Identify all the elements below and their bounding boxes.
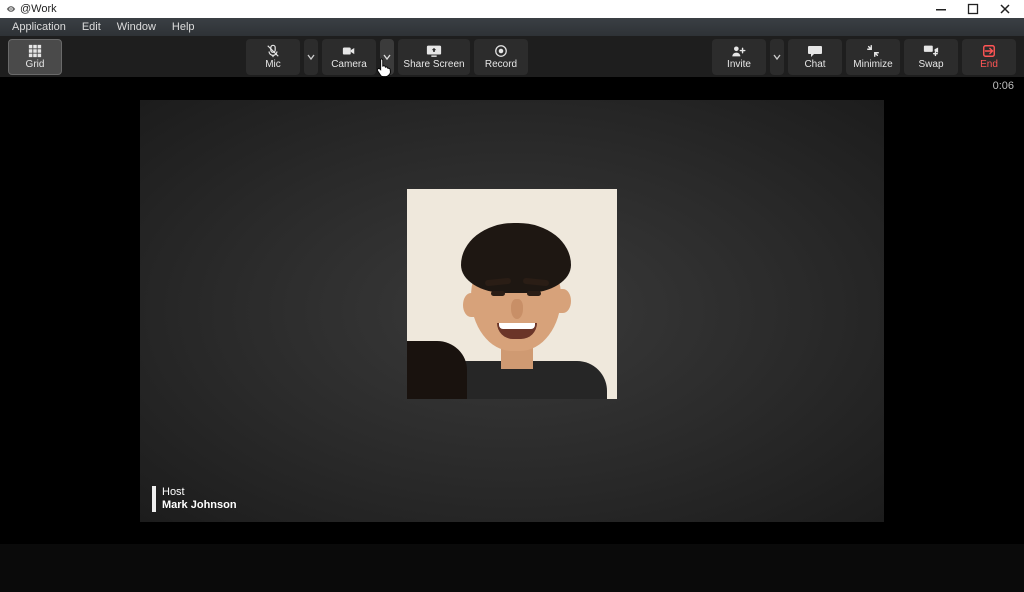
camera-label: Camera (331, 59, 367, 70)
grid-icon (27, 44, 43, 58)
share-screen-icon (426, 44, 442, 58)
end-label: End (980, 59, 998, 70)
invite-button[interactable]: Invite (712, 39, 766, 75)
participant-name: Mark Johnson (162, 499, 237, 512)
invite-icon (731, 44, 747, 58)
bottom-bar (0, 544, 1024, 592)
swap-icon (923, 44, 939, 58)
participant-name-tag: Host Mark Johnson (152, 486, 237, 512)
toolbar-left-group: Grid (8, 39, 62, 75)
end-button[interactable]: End (962, 39, 1016, 75)
end-icon (981, 44, 997, 58)
invite-options-caret[interactable] (770, 39, 784, 75)
window-controls (934, 2, 1018, 16)
share-screen-button[interactable]: Share Screen (398, 39, 470, 75)
camera-button[interactable]: Camera (322, 39, 376, 75)
swap-button[interactable]: Swap (904, 39, 958, 75)
record-label: Record (485, 59, 517, 70)
window-title: @Work (20, 3, 57, 15)
app-icon (6, 4, 16, 14)
menubar: Application Edit Window Help (0, 18, 1024, 36)
participant-role: Host (162, 486, 237, 499)
video-stage[interactable]: Host Mark Johnson (140, 100, 884, 522)
meeting-timer: 0:06 (993, 80, 1014, 92)
name-tag-bar (152, 486, 156, 512)
window-minimize-button[interactable] (934, 2, 948, 16)
camera-options-caret[interactable] (380, 39, 394, 75)
minimize-label: Minimize (853, 59, 892, 70)
grid-button[interactable]: Grid (8, 39, 62, 75)
minimize-button[interactable]: Minimize (846, 39, 900, 75)
camera-icon (341, 44, 357, 58)
participant-video-tile (407, 189, 617, 399)
mic-muted-icon (265, 44, 281, 58)
swap-label: Swap (918, 59, 943, 70)
meeting-content: 0:06 Host Mark Johnson (0, 78, 1024, 544)
mic-button[interactable]: Mic (246, 39, 300, 75)
window-close-button[interactable] (998, 2, 1012, 16)
menu-edit[interactable]: Edit (74, 21, 109, 33)
toolbar: Grid Mic Camera Share Screen (0, 36, 1024, 78)
menu-window[interactable]: Window (109, 21, 164, 33)
titlebar: @Work (0, 0, 1024, 18)
toolbar-right-group: Invite Chat Minimize Swap (712, 39, 1016, 75)
menu-application[interactable]: Application (4, 21, 74, 33)
grid-label: Grid (26, 59, 45, 70)
menu-help[interactable]: Help (164, 21, 203, 33)
invite-label: Invite (727, 59, 751, 70)
mic-options-caret[interactable] (304, 39, 318, 75)
chat-button[interactable]: Chat (788, 39, 842, 75)
toolbar-center-group: Mic Camera Share Screen Record (246, 39, 528, 75)
share-screen-label: Share Screen (403, 59, 464, 70)
mic-label: Mic (265, 59, 281, 70)
chat-label: Chat (804, 59, 825, 70)
record-button[interactable]: Record (474, 39, 528, 75)
minimize-icon (865, 44, 881, 58)
window-maximize-button[interactable] (966, 2, 980, 16)
chat-icon (807, 44, 823, 58)
record-icon (493, 44, 509, 58)
